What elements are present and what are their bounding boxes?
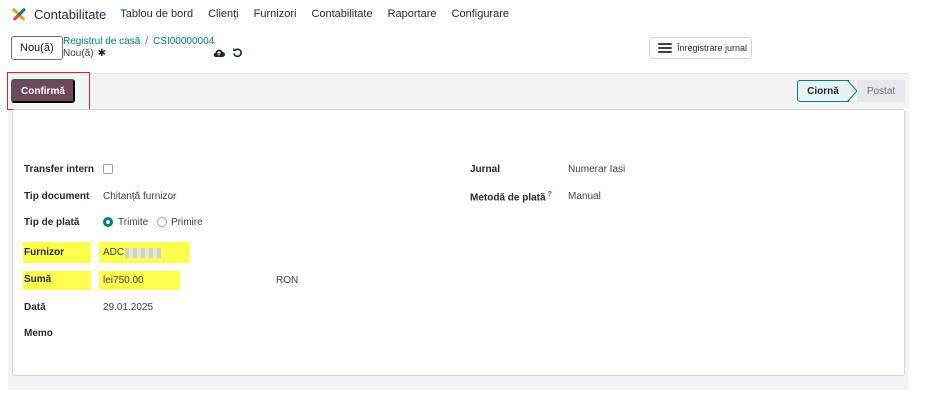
currency-value[interactable]: RON (276, 275, 298, 286)
accounting-app-icon[interactable] (10, 5, 28, 23)
payment-send-radio[interactable] (103, 217, 113, 227)
payment-method-value[interactable]: Manual (568, 191, 601, 202)
payment-receive-label[interactable]: Primire (171, 217, 203, 228)
amount-input[interactable]: lei750.00 (103, 275, 144, 286)
document-type-label: Tip document (24, 191, 90, 202)
supplier-label: Furnizor (24, 247, 64, 258)
gear-icon[interactable]: ✱ (98, 48, 106, 59)
journal-icon (658, 43, 672, 53)
stage-posted[interactable]: Postat (857, 80, 905, 102)
nav-item-reporting[interactable]: Raportare (388, 8, 437, 20)
payment-receive-radio[interactable] (157, 217, 167, 227)
help-tooltip-icon[interactable]: ? (548, 191, 552, 198)
memo-label: Memo (24, 328, 53, 339)
nav-item-customers[interactable]: Clienți (208, 8, 239, 20)
record-label: Nou(ă) (63, 48, 94, 59)
breadcrumb: Registrul de casă / CSI00000004 (63, 36, 214, 47)
status-bar (8, 73, 909, 109)
nav-item-configuration[interactable]: Configurare (452, 8, 509, 20)
nav-item-dashboard[interactable]: Tablou de bord (120, 8, 193, 20)
nav-item-vendors[interactable]: Furnizori (254, 8, 297, 20)
top-navbar: Contabilitate Tablou de bord Clienți Fur… (0, 0, 952, 28)
amount-label: Sumă (24, 274, 52, 285)
nav-item-accounting[interactable]: Contabilitate (311, 8, 372, 20)
payment-method-label: Metodă de plată? (470, 191, 552, 203)
payment-type-label: Tip de plată (24, 217, 80, 228)
document-type-value[interactable]: Chitanță furnizor (103, 191, 176, 202)
date-input[interactable]: 29.01.2025 (103, 302, 153, 313)
stage-draft[interactable]: Ciornă (797, 80, 849, 102)
date-label: Dată (24, 302, 46, 313)
supplier-value[interactable]: ADC (103, 247, 124, 258)
journal-entry-label: Înregistrare jurnal (677, 43, 748, 53)
breadcrumb-separator: / (145, 36, 149, 47)
discard-icon[interactable] (232, 47, 243, 58)
record-status: Nou(ă) ✱ (63, 48, 106, 59)
redacted-supplier-name (125, 248, 161, 258)
internal-transfer-label: Transfer intern (24, 164, 95, 175)
payment-send-label[interactable]: Trimite (118, 217, 148, 228)
journal-entry-button[interactable]: Înregistrare jurnal (649, 37, 752, 59)
breadcrumb-record[interactable]: CSI00000004 (153, 36, 214, 47)
payment-method-label-text: Metodă de plată (470, 192, 546, 204)
journal-value[interactable]: Numerar Iasi (568, 164, 625, 175)
journal-label: Jurnal (470, 164, 501, 175)
breadcrumb-cash-register[interactable]: Registrul de casă (63, 36, 140, 47)
internal-transfer-checkbox[interactable] (103, 164, 113, 174)
app-name[interactable]: Contabilitate (34, 7, 106, 22)
cloud-save-icon[interactable] (213, 48, 225, 58)
new-record-button[interactable]: Nou(ă) (11, 36, 63, 60)
confirm-button[interactable]: Confirmă (11, 79, 75, 103)
